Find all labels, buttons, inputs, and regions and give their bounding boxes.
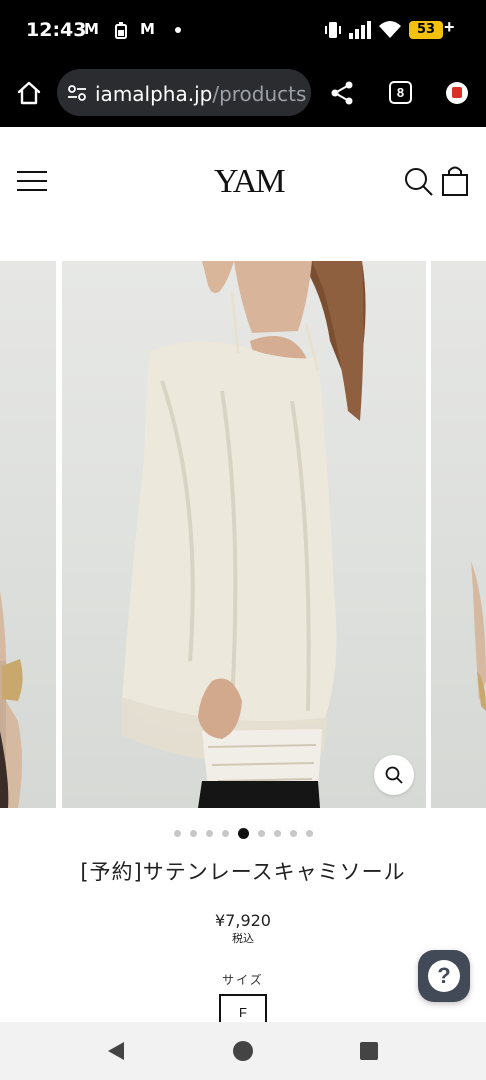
dot-icon [175,27,181,33]
pagination-dot[interactable] [237,828,249,840]
vibrate-icon [325,22,341,38]
address-bar[interactable]: iamalpha.jp/products [57,69,311,116]
gallery-slide-previous[interactable] [0,261,56,808]
tax-note: 税込 [232,932,254,945]
gallery-slide-current[interactable] [62,261,426,808]
pagination-dot[interactable] [289,830,297,838]
gallery-pagination [0,825,486,840]
menu-icon[interactable] [17,169,47,193]
status-time: 12:43 [26,19,87,41]
tab-switcher-button[interactable]: 8 [389,81,412,104]
account-icon[interactable] [446,82,468,104]
status-bar: 12:43 M M 53 + [0,0,486,60]
help-button[interactable]: ? [418,950,470,1002]
site-header: YAM [0,127,486,260]
zoom-icon [385,766,403,784]
pagination-dot[interactable] [257,830,265,838]
screen: 12:43 M M 53 + iamalpha.jp/products 8 YA… [0,0,486,1080]
help-icon: ? [428,960,460,992]
home-icon[interactable] [16,80,42,106]
battery-plus: + [444,17,455,37]
recents-icon[interactable] [360,1042,378,1060]
cart-icon[interactable] [441,165,469,197]
home-nav-icon[interactable] [232,1040,254,1062]
url-path: /products [212,82,307,106]
pagination-dot[interactable] [273,830,281,838]
pagination-dot[interactable] [205,830,213,838]
product-photo [0,591,23,808]
gallery-slide-next[interactable] [431,261,486,808]
share-icon[interactable] [329,80,355,106]
url-domain: iamalpha.jp [95,82,213,106]
product-photo [471,561,486,711]
url-text: iamalpha.jp/products [95,82,306,106]
gmail-icon: M [84,20,99,38]
pagination-dot[interactable] [173,830,181,838]
site-logo[interactable]: YAM [214,163,286,201]
pagination-dot[interactable] [305,830,313,838]
system-nav-bar [0,1022,486,1080]
back-icon[interactable] [106,1041,126,1061]
battery-indicator: 53 [409,21,443,39]
browser-toolbar: iamalpha.jp/products 8 [0,60,486,127]
site-settings-icon[interactable] [67,83,87,103]
wifi-icon [379,21,401,38]
product-gallery[interactable] [0,261,486,808]
search-icon[interactable] [404,167,434,197]
zoom-button[interactable] [374,755,414,795]
product-photo [122,261,366,808]
product-price: ¥7,920 [215,911,271,930]
battery-saver-icon [115,22,127,39]
size-label: サイズ [222,973,264,987]
pagination-dot[interactable] [189,830,197,838]
gmail-icon: M [140,20,155,38]
signal-icon [349,21,371,39]
pagination-dot[interactable] [221,830,229,838]
product-title: [予約]サテンレースキャミソール [80,860,406,884]
